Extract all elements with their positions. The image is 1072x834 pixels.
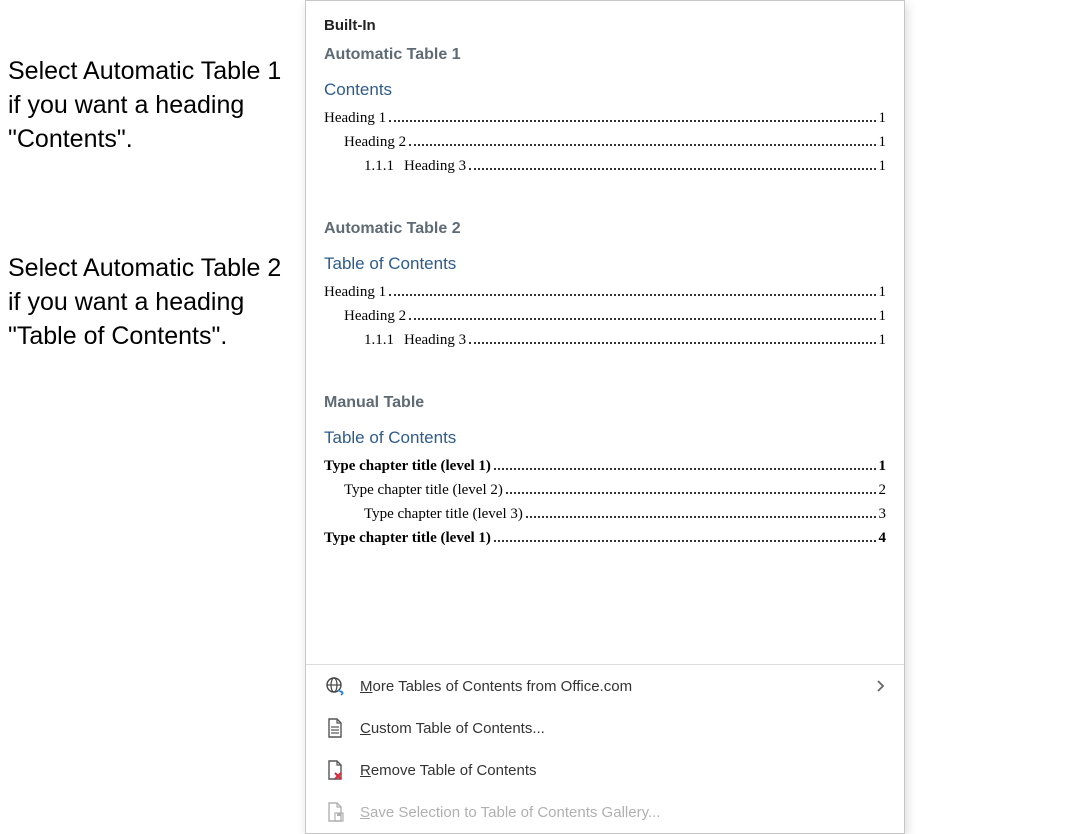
- menu-more-from-office[interactable]: More Tables of Contents from Office.com: [306, 665, 904, 707]
- toc-entry: 1.1.1 Heading 3 1: [324, 154, 886, 178]
- toc-preview: Table of Contents Type chapter title (le…: [324, 426, 886, 556]
- toc-entry-page: 4: [879, 526, 887, 550]
- toc-entry-label: Heading 2: [344, 130, 406, 154]
- toc-entry: Heading 2 1: [324, 130, 886, 154]
- style-name-label: Manual Table: [324, 394, 886, 412]
- toc-entry-page: 2: [879, 478, 887, 502]
- toc-entry-label: Heading 3: [404, 154, 466, 178]
- toc-preview: Table of Contents Heading 1 1 Heading 2 …: [324, 252, 886, 358]
- toc-leader-dots: [469, 168, 875, 170]
- toc-entry: 1.1.1 Heading 3 1: [324, 328, 886, 352]
- toc-entry-page: 1: [879, 304, 887, 328]
- menu-remove-toc[interactable]: Remove Table of Contents: [306, 749, 904, 791]
- toc-leader-dots: [506, 492, 876, 494]
- menu-custom-toc[interactable]: Custom Table of Contents...: [306, 707, 904, 749]
- toc-entry-label: Type chapter title (level 1): [324, 526, 491, 550]
- section-header-builtin: Built-In: [306, 11, 904, 42]
- toc-leader-dots: [469, 342, 875, 344]
- toc-leader-dots: [409, 318, 875, 320]
- menu-label: Save Selection to Table of Contents Gall…: [360, 804, 886, 821]
- style-name-label: Automatic Table 1: [324, 46, 886, 64]
- toc-title: Contents: [324, 80, 886, 100]
- toc-entry-label: Heading 1: [324, 280, 386, 304]
- toc-entry-prefix: 1.1.1: [364, 154, 404, 178]
- toc-entry-label: Heading 3: [404, 328, 466, 352]
- document-icon: [324, 717, 346, 739]
- document-remove-icon: [324, 759, 346, 781]
- toc-leader-dots: [389, 120, 875, 122]
- style-name-label: Automatic Table 2: [324, 220, 886, 238]
- toc-title: Table of Contents: [324, 254, 886, 274]
- toc-entry-label: Heading 1: [324, 106, 386, 130]
- toc-entry-label: Type chapter title (level 3): [364, 502, 523, 526]
- toc-preview: Contents Heading 1 1 Heading 2 1 1.1.1 H…: [324, 78, 886, 184]
- toc-entry-page: 1: [879, 454, 887, 478]
- toc-entry: Type chapter title (level 1) 1: [324, 454, 886, 478]
- toc-entry-page: 1: [879, 328, 887, 352]
- instruction-auto1: Select Automatic Table 1 if you want a h…: [8, 55, 288, 156]
- toc-entry-label: Type chapter title (level 2): [344, 478, 503, 502]
- menu-label: Custom Table of Contents...: [360, 720, 886, 737]
- toc-leader-dots: [494, 468, 876, 470]
- toc-entry-page: 1: [879, 130, 887, 154]
- menu-label: Remove Table of Contents: [360, 762, 886, 779]
- gallery-item-automatic-table-1[interactable]: Automatic Table 1 Contents Heading 1 1 H…: [306, 42, 904, 198]
- chevron-right-icon: [876, 679, 886, 693]
- menu-save-to-gallery: Save Selection to Table of Contents Gall…: [306, 791, 904, 833]
- toc-entry-page: 1: [879, 106, 887, 130]
- toc-entry-prefix: 1.1.1: [364, 328, 404, 352]
- toc-leader-dots: [494, 540, 876, 542]
- toc-entry-page: 1: [879, 280, 887, 304]
- toc-entry-label: Type chapter title (level 1): [324, 454, 491, 478]
- toc-entry: Heading 1 1: [324, 106, 886, 130]
- toc-entry-page: 3: [879, 502, 887, 526]
- instruction-auto2: Select Automatic Table 2 if you want a h…: [8, 252, 288, 353]
- toc-entry: Heading 1 1: [324, 280, 886, 304]
- toc-entry-label: Heading 2: [344, 304, 406, 328]
- toc-leader-dots: [526, 516, 876, 518]
- gallery-item-automatic-table-2[interactable]: Automatic Table 2 Table of Contents Head…: [306, 216, 904, 372]
- toc-entry-page: 1: [879, 154, 887, 178]
- toc-dropdown: Built-In Automatic Table 1 Contents Head…: [305, 0, 905, 834]
- document-save-icon: [324, 801, 346, 823]
- toc-entry: Type chapter title (level 2) 2: [324, 478, 886, 502]
- toc-entry: Type chapter title (level 1) 4: [324, 526, 886, 550]
- globe-icon: [324, 675, 346, 697]
- toc-leader-dots: [409, 144, 875, 146]
- dropdown-footer: More Tables of Contents from Office.com …: [306, 664, 904, 833]
- toc-gallery: Built-In Automatic Table 1 Contents Head…: [306, 1, 904, 664]
- menu-label: More Tables of Contents from Office.com: [360, 678, 862, 695]
- toc-leader-dots: [389, 294, 875, 296]
- toc-title: Table of Contents: [324, 428, 886, 448]
- gallery-item-manual-table[interactable]: Manual Table Table of Contents Type chap…: [306, 390, 904, 570]
- toc-entry: Type chapter title (level 3) 3: [324, 502, 886, 526]
- toc-entry: Heading 2 1: [324, 304, 886, 328]
